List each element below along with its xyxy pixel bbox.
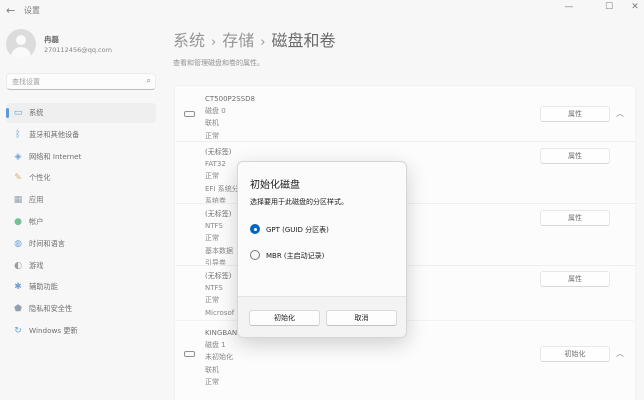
initialize-button[interactable]: 初始化 bbox=[249, 310, 320, 326]
gpt-option[interactable]: GPT (GUID 分区表) bbox=[250, 224, 400, 236]
dialog-description: 选择要用于此磁盘的分区样式。 bbox=[250, 198, 348, 206]
radio-unchecked[interactable] bbox=[250, 250, 260, 260]
dialog-title: 初始化磁盘 bbox=[250, 180, 300, 191]
gpt-option-label: GPT (GUID 分区表) bbox=[266, 226, 329, 234]
settings-window: ← 设置 — ☐ ✕ 冉磊 270112456@qq.com 查找设置 ⌕ ▭ 系… bbox=[0, 0, 644, 400]
cancel-button[interactable]: 取消 bbox=[326, 310, 397, 326]
radio-checked[interactable] bbox=[250, 224, 260, 234]
dialog-footer: 初始化 取消 bbox=[238, 296, 406, 337]
mbr-option[interactable]: MBR (主启动记录) bbox=[250, 250, 400, 262]
mbr-option-label: MBR (主启动记录) bbox=[266, 252, 325, 260]
initialize-disk-dialog: 初始化磁盘 选择要用于此磁盘的分区样式。 GPT (GUID 分区表) MBR … bbox=[237, 161, 407, 338]
